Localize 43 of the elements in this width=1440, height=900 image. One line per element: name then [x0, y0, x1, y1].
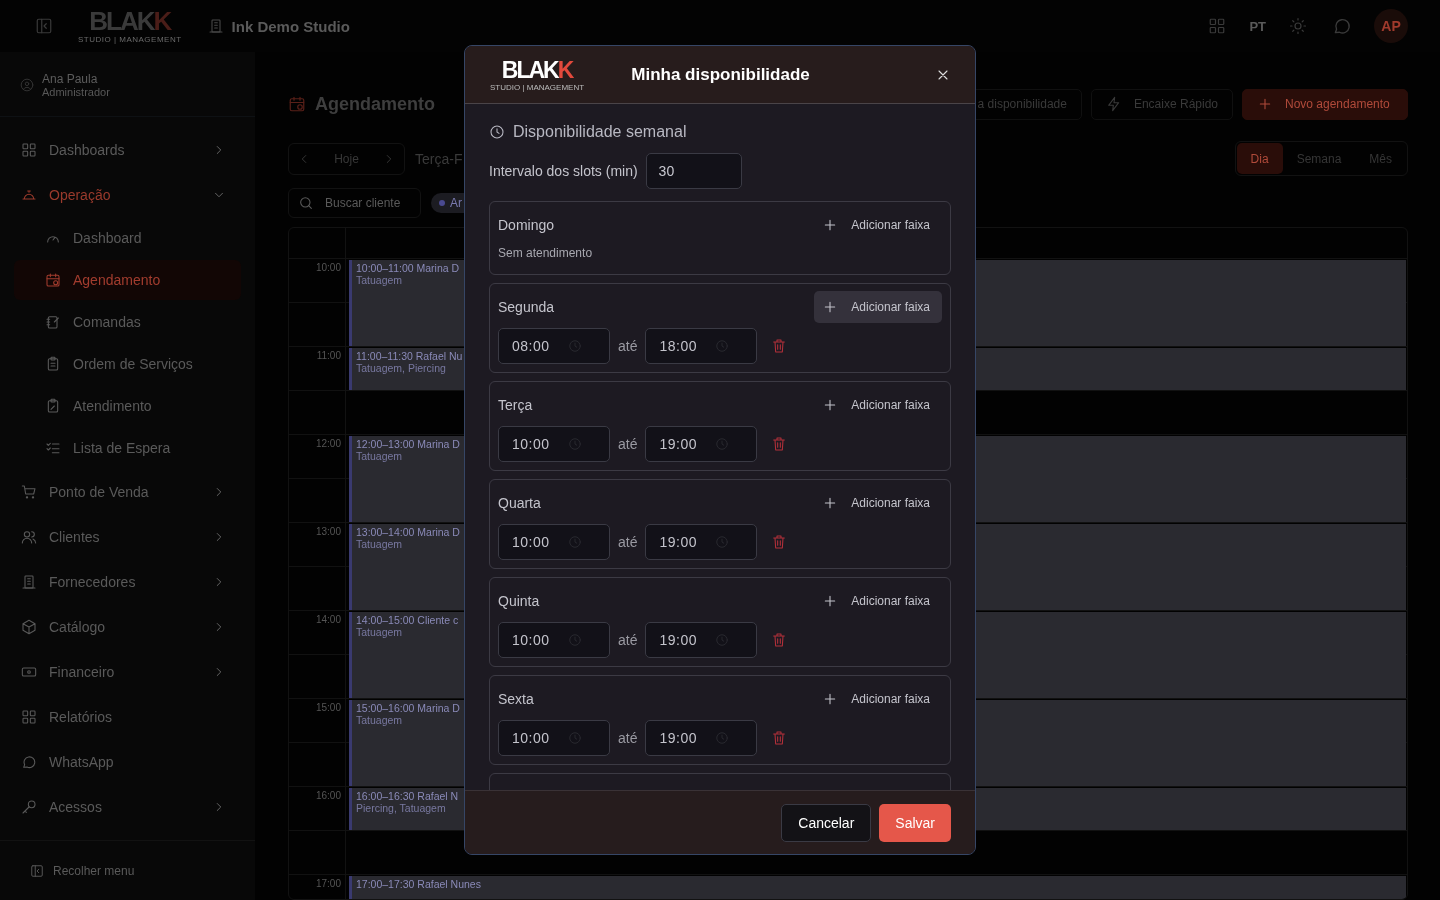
appointment-services: Tatuagem [356, 450, 403, 462]
hour-label: 12:00 [314, 437, 342, 449]
range-separator: até [618, 436, 638, 452]
hour-label: 10:00 [314, 261, 342, 273]
logo: BLAKK STUDIO | MANAGEMENT [490, 57, 585, 92]
hour-label: 14:00 [314, 613, 342, 625]
appointment-title: 15:00–16:00 Marina D [356, 702, 460, 714]
section-title: Disponibilidade semanal [513, 123, 687, 141]
range-separator: até [618, 730, 638, 746]
day-name: Sexta [498, 691, 534, 707]
appointment-title: 11:00–11:30 Rafael Nu [356, 350, 463, 362]
appointment-services: Tatuagem [356, 626, 403, 638]
user-name: Ana Paula [42, 72, 99, 86]
page-title: Agendamento [315, 93, 435, 115]
appointment-title: 10:00–11:00 Marina D [356, 262, 460, 274]
range-separator: até [618, 632, 638, 648]
appointment-services: Tatuagem, Piercing [356, 362, 446, 374]
interval-label: Intervalo dos slots (min) [489, 163, 638, 179]
hour-label: 16:00 [314, 789, 342, 801]
date-label: Terça-F [415, 150, 463, 167]
appointment-services: Piercing, Tatuagem [356, 802, 446, 814]
hour-label: 11:00 [315, 349, 342, 361]
hour-label: 15:00 [314, 701, 342, 713]
range-separator: até [618, 534, 638, 550]
user-role: Administrador [42, 86, 110, 98]
day-name: Quarta [498, 495, 541, 511]
day-name: Quinta [498, 593, 540, 609]
appointment-services: Tatuagem [356, 714, 403, 726]
appointment-title: 13:00–14:00 Marina D [356, 526, 460, 538]
dialog-title: Minha disponibilidade [631, 64, 810, 85]
appointment-services: Tatuagem [356, 274, 403, 286]
empty-note: Sem atendimento [498, 246, 594, 262]
studio-name: Ink Demo Studio [231, 17, 350, 35]
day-name: Terça [498, 397, 533, 413]
appointment-title: 12:00–13:00 Marina D [356, 438, 460, 450]
day-name: Domingo [498, 217, 555, 233]
hour-label: 13:00 [314, 525, 342, 537]
appointment-title: 17:00–17:30 Rafael Nunes [356, 878, 481, 890]
appointment-title: 14:00–15:00 Cliente c [356, 614, 459, 626]
day-name: Segunda [498, 299, 555, 315]
appointment-title: 16:00–16:30 Rafael N [356, 790, 459, 802]
hour-label: 17:00 [314, 877, 342, 889]
appointment-services: Tatuagem [356, 538, 403, 550]
